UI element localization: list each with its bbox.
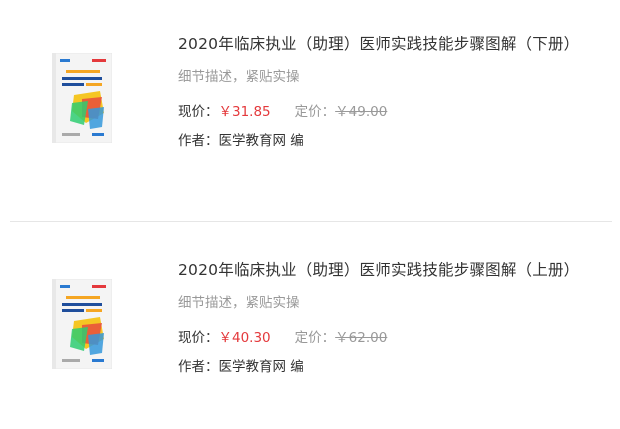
product-item[interactable]: 2020年临床执业（助理）医师实践技能步骤图解（下册） 细节描述，紧贴实操 现价… [0, 0, 620, 200]
product-title[interactable]: 2020年临床执业（助理）医师实践技能步骤图解（上册） [178, 258, 579, 280]
original-price: ￥49.00 [335, 104, 388, 120]
price-row: 现价：￥31.85 定价：￥49.00 [178, 100, 387, 120]
author-name: 医学教育网 编 [218, 133, 304, 149]
product-item[interactable]: 2020年临床执业（助理）医师实践技能步骤图解（上册） 细节描述，紧贴实操 现价… [0, 226, 620, 426]
book-cover-image[interactable] [52, 53, 112, 143]
original-price: ￥62.00 [335, 330, 388, 346]
author-name: 医学教育网 编 [218, 359, 304, 375]
original-price-label: 定价： [294, 330, 336, 346]
product-title[interactable]: 2020年临床执业（助理）医师实践技能步骤图解（下册） [178, 32, 579, 54]
current-price: ￥40.30 [218, 330, 271, 346]
author-label: 作者： [178, 359, 219, 375]
current-price: ￥31.85 [218, 104, 271, 120]
divider [10, 221, 612, 222]
product-subtitle: 细节描述，紧贴实操 [178, 69, 300, 85]
original-price-label: 定价： [294, 104, 336, 120]
product-subtitle: 细节描述，紧贴实操 [178, 295, 300, 311]
price-row: 现价：￥40.30 定价：￥62.00 [178, 326, 387, 346]
author-label: 作者： [178, 133, 219, 149]
author-row: 作者：医学教育网 编 [178, 355, 304, 375]
book-cover-image[interactable] [52, 279, 112, 369]
current-price-label: 现价： [178, 104, 219, 120]
author-row: 作者：医学教育网 编 [178, 129, 304, 149]
current-price-label: 现价： [178, 330, 219, 346]
